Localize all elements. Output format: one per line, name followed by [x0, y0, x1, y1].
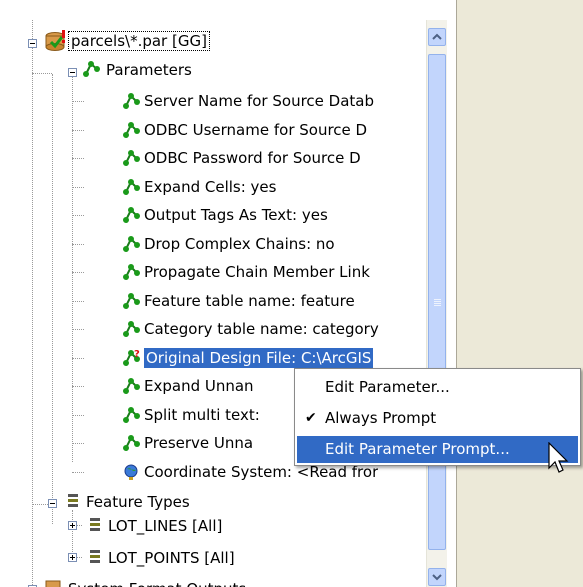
- reader-dataset-icon: [44, 30, 66, 52]
- feature-type-lot-points[interactable]: LOT_POINTS [All]: [108, 548, 235, 568]
- tree-line: [72, 415, 84, 416]
- collapse-toggle[interactable]: [68, 68, 77, 77]
- scroll-down-button[interactable]: [428, 568, 446, 586]
- feature-type-icon: [86, 548, 104, 566]
- menu-item-label: Edit Parameter...: [325, 378, 450, 396]
- parameter-icon: [122, 92, 140, 110]
- menu-item-edit-parameter[interactable]: Edit Parameter...: [295, 374, 580, 401]
- tree-line: [72, 158, 84, 159]
- parameter-icon: [122, 263, 140, 281]
- feature-types-label[interactable]: Feature Types: [86, 492, 190, 512]
- checkmark-icon: ✔: [305, 410, 317, 426]
- parameter-icon: [122, 377, 140, 395]
- svg-text:?: ?: [134, 349, 140, 360]
- tree-line: [72, 358, 84, 359]
- menu-item-edit-parameter-prompt[interactable]: Edit Parameter Prompt...: [297, 436, 578, 463]
- feature-types-icon: [64, 492, 82, 510]
- tree-line: [72, 244, 84, 245]
- scroll-grip-icon: [434, 299, 441, 300]
- scroll-thumb[interactable]: [428, 54, 446, 550]
- parameter-item[interactable]: Split multi text:: [144, 405, 260, 425]
- parameter-icon: [122, 121, 140, 139]
- collapse-toggle[interactable]: [48, 499, 57, 508]
- parameter-item[interactable]: Feature table name: feature: [144, 291, 355, 311]
- feature-type-icon: [86, 516, 104, 534]
- system-format-outputs-label[interactable]: System Format Outputs: [68, 579, 246, 587]
- collapse-toggle[interactable]: [28, 39, 37, 48]
- parameter-item[interactable]: Propagate Chain Member Link: [144, 262, 370, 282]
- expand-toggle[interactable]: [68, 553, 77, 562]
- writer-dataset-icon: [44, 578, 62, 587]
- tree-line: [72, 301, 84, 302]
- parameters-folder-icon: [82, 60, 100, 78]
- panel-border: [461, 0, 583, 587]
- parameter-item[interactable]: Category table name: category: [144, 319, 379, 339]
- tree-line: [72, 130, 84, 131]
- tree-line: [72, 472, 84, 473]
- parameter-item[interactable]: Preserve Unna: [144, 433, 253, 453]
- feature-type-lot-lines[interactable]: LOT_LINES [All]: [108, 516, 222, 536]
- context-menu: Edit Parameter... ✔ Always Prompt Edit P…: [294, 368, 581, 466]
- chevron-up-icon: [432, 33, 442, 40]
- parameter-item[interactable]: Expand Cells: yes: [144, 177, 276, 197]
- tree-line: [72, 386, 84, 387]
- parameter-icon: [122, 292, 140, 310]
- parameter-item[interactable]: Server Name for Source Datab: [144, 91, 374, 111]
- parameter-item[interactable]: ODBC Password for Source D: [144, 148, 361, 168]
- vertical-scrollbar[interactable]: [426, 20, 447, 587]
- tree-line: [72, 272, 84, 273]
- tree-line: [72, 187, 84, 188]
- parameter-item[interactable]: Expand Unnan: [144, 376, 254, 396]
- tree-line: [52, 74, 53, 524]
- parameter-icon: [122, 320, 140, 338]
- tree-line: [72, 101, 84, 102]
- tree-line: [72, 74, 73, 462]
- scroll-up-button[interactable]: [428, 28, 446, 46]
- parameter-icon: [122, 206, 140, 224]
- tree-view[interactable]: parcels\*.par [GG] Parameters Server Nam…: [10, 20, 426, 587]
- parameter-icon: [122, 434, 140, 452]
- parameter-item[interactable]: Original Design File: C:\ArcGIS: [144, 348, 374, 368]
- parameter-item[interactable]: ODBC Username for Source D: [144, 120, 367, 140]
- parameter-icon: [122, 235, 140, 253]
- parameters-label[interactable]: Parameters: [106, 60, 192, 80]
- menu-item-always-prompt[interactable]: ✔ Always Prompt: [295, 405, 580, 432]
- globe-icon: [122, 463, 140, 481]
- tree-line: [32, 73, 52, 74]
- tree-line: [72, 329, 84, 330]
- tree-line: [72, 215, 84, 216]
- tree-line: [32, 20, 33, 587]
- expand-toggle[interactable]: [68, 521, 77, 530]
- menu-item-label: Edit Parameter Prompt...: [325, 440, 510, 458]
- menu-item-label: Always Prompt: [325, 409, 437, 427]
- mouse-pointer-icon: [548, 441, 570, 480]
- parameter-item[interactable]: Output Tags As Text: yes: [144, 205, 328, 225]
- parameter-icon: [122, 149, 140, 167]
- parameter-icon: [122, 178, 140, 196]
- chevron-down-icon: [432, 574, 442, 581]
- tree-line: [72, 510, 73, 558]
- parameter-icon: [122, 406, 140, 424]
- parameter-prompt-icon: ?: [122, 349, 140, 367]
- tree-line: [72, 443, 84, 444]
- parameter-item[interactable]: Drop Complex Chains: no: [144, 234, 335, 254]
- tree-root-label[interactable]: parcels\*.par [GG]: [68, 31, 210, 51]
